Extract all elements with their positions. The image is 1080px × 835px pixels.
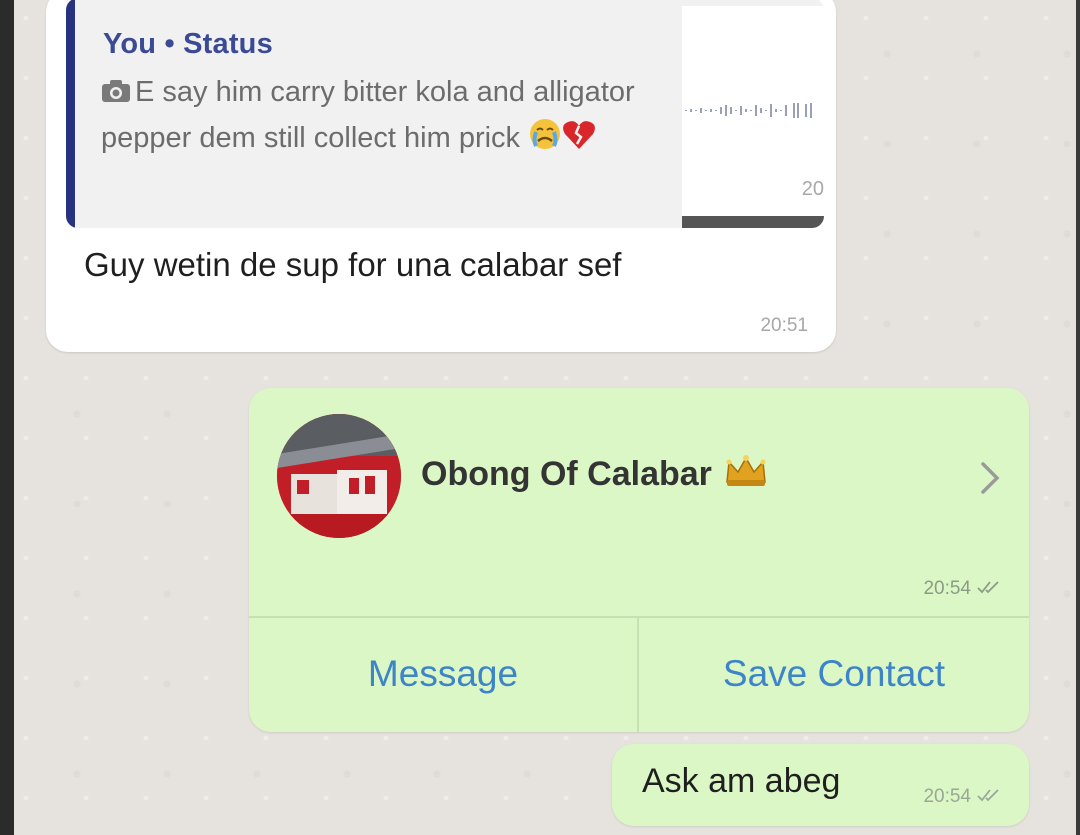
save-contact-button[interactable]: Save Contact <box>639 618 1029 730</box>
incoming-message-bubble[interactable]: You • Status E say him carry bitter kola… <box>46 0 836 352</box>
contact-card-bubble[interactable]: Obong Of Calabar 20:54 Message Save Cont… <box>249 388 1029 732</box>
quote-accent-bar <box>66 0 75 228</box>
quoted-status-reply[interactable]: You • Status E say him carry bitter kola… <box>66 0 824 228</box>
double-check-icon <box>977 578 1001 600</box>
outgoing-message-time: 20:54 <box>923 786 971 807</box>
crown-emoji <box>724 454 768 497</box>
message-button[interactable]: Message <box>249 618 637 730</box>
outgoing-time-row: 20:54 <box>923 786 1001 808</box>
contact-avatar[interactable] <box>277 414 401 538</box>
incoming-message-text: Guy wetin de sup for una calabar sef <box>84 246 622 283</box>
quote-text-block: E say him carry bitter kola and alligato… <box>101 70 681 164</box>
contact-name: Obong Of Calabar <box>421 454 768 497</box>
outgoing-message-text: Ask am abeg <box>642 762 841 800</box>
contact-card-time-row: 20:54 <box>923 578 1001 600</box>
camera-icon <box>101 72 131 116</box>
incoming-message-time: 20:51 <box>760 315 808 336</box>
screen-edge <box>1076 0 1080 835</box>
crying-face-emoji <box>528 117 562 164</box>
quote-author: You • Status <box>103 28 273 60</box>
double-check-icon <box>977 786 1001 808</box>
outgoing-message-bubble[interactable]: Ask am abeg 20:54 <box>612 744 1029 826</box>
waveform-icon <box>685 103 812 118</box>
thumbnail-duration: 20 <box>801 178 824 200</box>
chevron-right-icon[interactable] <box>979 460 1001 501</box>
contact-card-time: 20:54 <box>923 578 971 599</box>
broken-heart-emoji <box>562 119 596 164</box>
contact-name-text: Obong Of Calabar <box>421 455 712 493</box>
status-thumbnail: 20 <box>682 6 824 228</box>
